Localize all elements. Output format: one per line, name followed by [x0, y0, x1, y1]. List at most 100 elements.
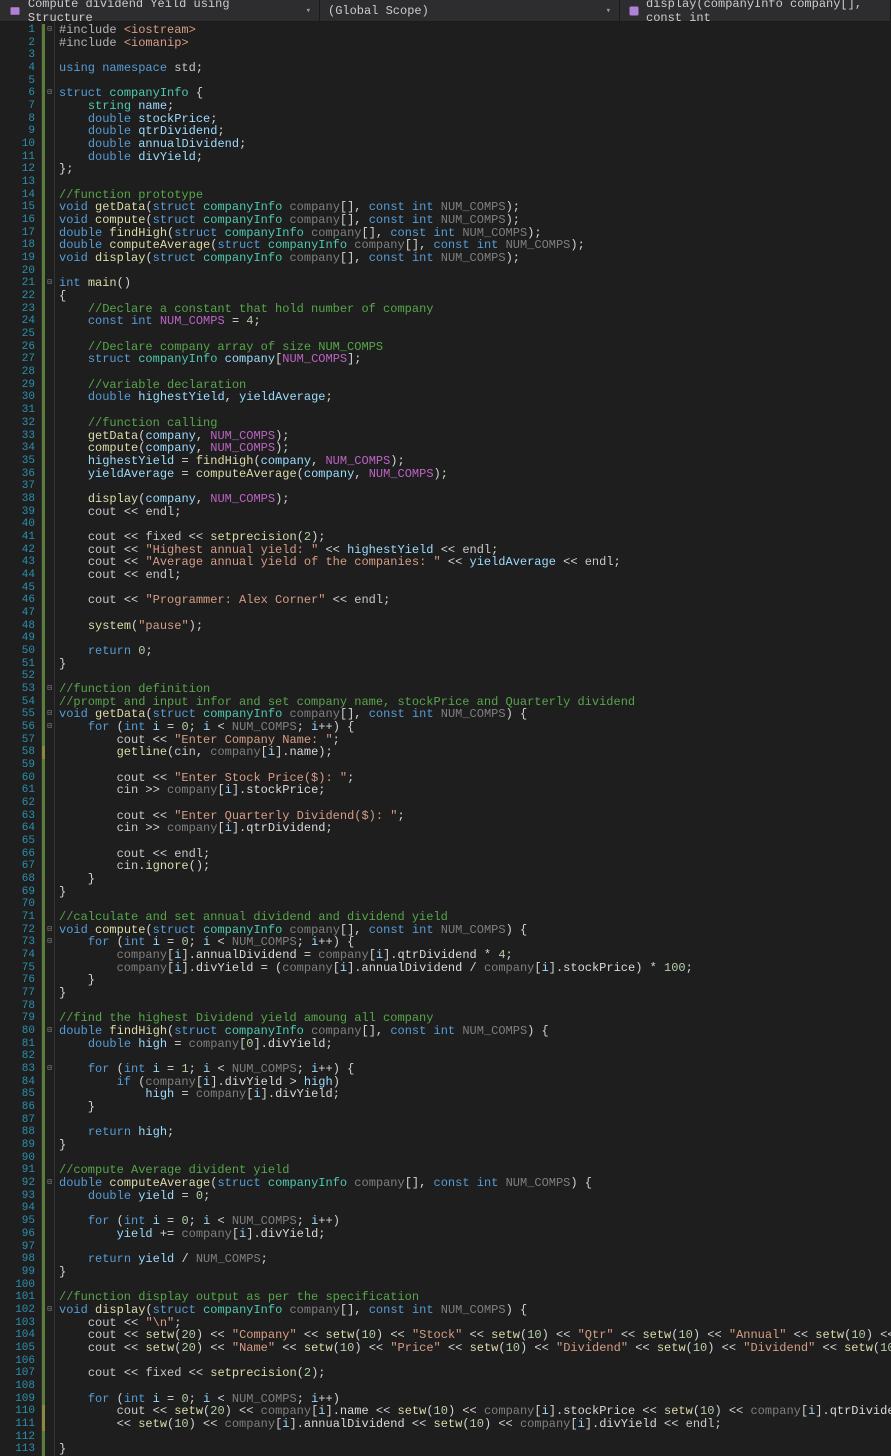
fold-toggle [45, 822, 54, 835]
code-line[interactable]: struct companyInfo company[NUM_COMPS]; [59, 353, 891, 366]
code-line[interactable]: } [59, 1139, 891, 1152]
fold-toggle[interactable]: ⊟ [45, 24, 54, 37]
code-line[interactable]: double divYield; [59, 151, 891, 164]
code-line[interactable]: cout << endl; [59, 569, 891, 582]
fold-toggle [45, 772, 54, 785]
fold-toggle[interactable]: ⊟ [45, 1063, 54, 1076]
fold-toggle[interactable]: ⊟ [45, 924, 54, 937]
project-scope-dropdown[interactable]: Compute dividend Yeild using Structure ▾ [0, 0, 320, 21]
code-line[interactable]: cout << setw(20) << "Name" << setw(10) <… [59, 1342, 891, 1355]
line-number: 88 [0, 1126, 35, 1139]
code-line[interactable]: cout << "Programmer: Alex Corner" << end… [59, 594, 891, 607]
code-line[interactable]: cin >> company[i].qtrDividend; [59, 822, 891, 835]
fold-toggle [45, 848, 54, 861]
fold-toggle [45, 860, 54, 873]
code-line[interactable]: } [59, 1101, 891, 1114]
fold-toggle [45, 1380, 54, 1393]
code-line[interactable] [59, 1431, 891, 1444]
fold-toggle [45, 886, 54, 899]
line-number: 59 [0, 759, 35, 772]
code-line[interactable]: void display(struct companyInfo company[… [59, 1304, 891, 1317]
code-line[interactable]: double high = company[0].divYield; [59, 1038, 891, 1051]
fold-toggle[interactable]: ⊟ [45, 721, 54, 734]
code-line[interactable] [59, 632, 891, 645]
line-number: 21 [0, 277, 35, 290]
code-line[interactable]: return yield / NUM_COMPS; [59, 1253, 891, 1266]
code-line[interactable]: } [59, 987, 891, 1000]
code-line[interactable]: return high; [59, 1126, 891, 1139]
fold-toggle [45, 569, 54, 582]
code-line[interactable] [59, 1114, 891, 1127]
function-scope-dropdown[interactable]: display(companyInfo company[], const int [620, 0, 891, 21]
code-line[interactable]: struct companyInfo { [59, 87, 891, 100]
code-line[interactable]: cout << "Average annual yield of the com… [59, 556, 891, 569]
line-number: 45 [0, 582, 35, 595]
fold-toggle[interactable]: ⊟ [45, 277, 54, 290]
code-line[interactable]: compute(company, NUM_COMPS); [59, 442, 891, 455]
fold-toggle[interactable]: ⊟ [45, 1177, 54, 1190]
code-line[interactable]: cin >> company[i].stockPrice; [59, 784, 891, 797]
line-number: 44 [0, 569, 35, 582]
code-line[interactable]: getline(cin, company[i].name); [59, 746, 891, 759]
code-line[interactable] [59, 518, 891, 531]
fold-toggle[interactable]: ⊟ [45, 708, 54, 721]
code-line[interactable]: double highestYield, yieldAverage; [59, 391, 891, 404]
fold-toggle [45, 1253, 54, 1266]
line-number: 27 [0, 353, 35, 366]
code-line[interactable]: high = company[i].divYield; [59, 1088, 891, 1101]
code-line[interactable]: int main() [59, 277, 891, 290]
code-line[interactable]: display(company, NUM_COMPS); [59, 493, 891, 506]
code-line[interactable]: } [59, 658, 891, 671]
code-line[interactable]: double findHigh(struct companyInfo compa… [59, 1025, 891, 1038]
line-number: 53 [0, 683, 35, 696]
code-line[interactable]: void display(struct companyInfo company[… [59, 252, 891, 265]
code-line[interactable] [59, 265, 891, 278]
fold-toggle [45, 480, 54, 493]
fold-toggle [45, 1342, 54, 1355]
code-line[interactable]: double yield = 0; [59, 1190, 891, 1203]
code-line[interactable]: << setw(10) << company[i].annualDividend… [59, 1418, 891, 1431]
fold-toggle[interactable]: ⊟ [45, 1304, 54, 1317]
code-line[interactable]: } [59, 1443, 891, 1456]
code-line[interactable]: highestYield = findHigh(company, NUM_COM… [59, 455, 891, 468]
code-line[interactable]: #include <iomanip> [59, 37, 891, 50]
line-number: 64 [0, 822, 35, 835]
code-line[interactable]: cout << fixed << setprecision(2); [59, 1367, 891, 1380]
code-line[interactable]: return 0; [59, 645, 891, 658]
fold-toggle[interactable]: ⊟ [45, 87, 54, 100]
line-number: 42 [0, 544, 35, 557]
line-number: 94 [0, 1202, 35, 1215]
global-scope-dropdown[interactable]: (Global Scope) ▾ [320, 0, 620, 21]
fold-toggle[interactable]: ⊟ [45, 1025, 54, 1038]
code-line[interactable]: cin.ignore(); [59, 860, 891, 873]
fold-toggle[interactable]: ⊟ [45, 683, 54, 696]
scope-toolbar: Compute dividend Yeild using Structure ▾… [0, 0, 891, 22]
code-line[interactable]: company[i].annualDividend = company[i].q… [59, 949, 891, 962]
code-line[interactable]: } [59, 886, 891, 899]
code-line[interactable]: cout << endl; [59, 506, 891, 519]
code-line[interactable]: } [59, 974, 891, 987]
fold-toggle[interactable]: ⊟ [45, 936, 54, 949]
line-number: 25 [0, 328, 35, 341]
code-line[interactable]: using namespace std; [59, 62, 891, 75]
code-line[interactable]: yield += company[i].divYield; [59, 1228, 891, 1241]
line-number: 31 [0, 404, 35, 417]
code-line[interactable]: const int NUM_COMPS = 4; [59, 315, 891, 328]
code-editor[interactable]: 1234567891011121314151617181920212223242… [0, 22, 891, 1456]
line-number: 106 [0, 1355, 35, 1368]
code-line[interactable]: yieldAverage = computeAverage(company, N… [59, 468, 891, 481]
code-line[interactable]: } [59, 873, 891, 886]
code-line[interactable]: system("pause"); [59, 620, 891, 633]
fold-toggle [45, 75, 54, 88]
code-line[interactable]: } [59, 1266, 891, 1279]
line-number: 110 [0, 1405, 35, 1418]
code-content[interactable]: #include <iostream>#include <iomanip>usi… [55, 22, 891, 1456]
fold-toggle [45, 391, 54, 404]
method-icon [628, 4, 640, 18]
fold-toggle [45, 620, 54, 633]
fold-toggle [45, 1038, 54, 1051]
fold-toggle [45, 1329, 54, 1342]
code-line[interactable]: company[i].divYield = (company[i].annual… [59, 962, 891, 975]
code-line[interactable]: double computeAverage(struct companyInfo… [59, 1177, 891, 1190]
code-line[interactable]: }; [59, 163, 891, 176]
